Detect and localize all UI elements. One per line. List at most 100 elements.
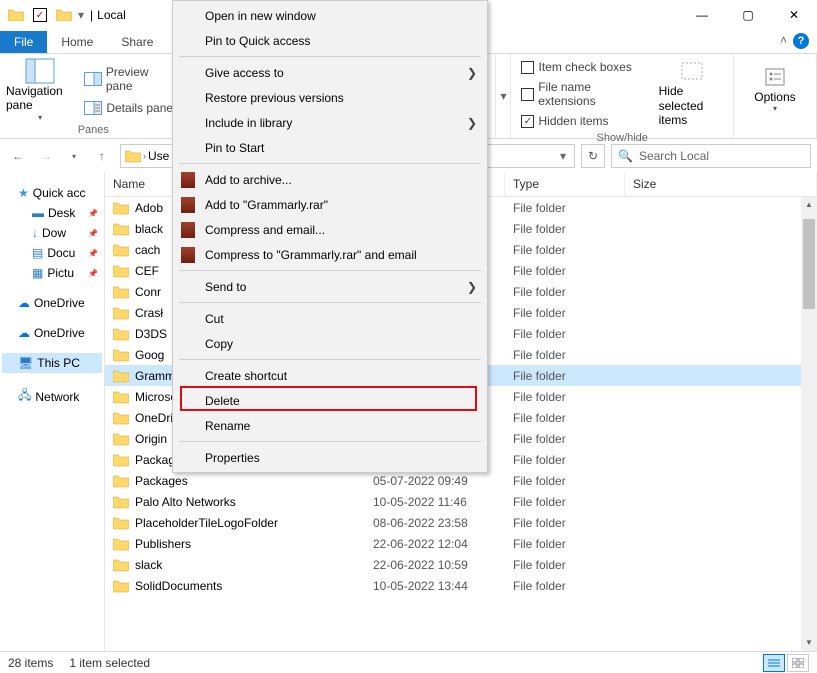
refresh-button[interactable]: ↻ bbox=[581, 144, 605, 168]
nav-quick-access[interactable]: ★Quick acc bbox=[2, 183, 102, 203]
scroll-up-icon[interactable]: ▲ bbox=[801, 197, 817, 213]
folder-icon bbox=[113, 243, 129, 257]
file-type: File folder bbox=[513, 432, 633, 446]
folder-icon bbox=[113, 306, 129, 320]
file-type: File folder bbox=[513, 558, 633, 572]
scroll-down-icon[interactable]: ▼ bbox=[801, 635, 817, 651]
file-type: File folder bbox=[513, 285, 633, 299]
nav-this-pc[interactable]: 🖥This PC bbox=[2, 353, 102, 373]
nav-pictures[interactable]: ▦Pictu📌 bbox=[2, 263, 102, 283]
folder-icon bbox=[113, 285, 129, 299]
layout-dropdown[interactable]: ▾ bbox=[496, 54, 511, 138]
file-name: SolidDocuments bbox=[135, 579, 222, 593]
help-icon[interactable]: ? bbox=[793, 33, 809, 49]
file-type: File folder bbox=[513, 306, 633, 320]
menu-label: Pin to Start bbox=[205, 141, 264, 155]
menu-label: Add to archive... bbox=[205, 173, 292, 187]
folder-icon bbox=[113, 390, 129, 404]
menu-label: Create shortcut bbox=[205, 369, 287, 383]
qat-drop-icon[interactable]: ▾ bbox=[78, 8, 84, 22]
nav-recent-dropdown[interactable]: ▾ bbox=[62, 144, 86, 168]
col-size[interactable]: Size bbox=[625, 173, 817, 196]
view-details-button[interactable] bbox=[763, 654, 785, 672]
file-row[interactable]: Publishers22-06-2022 12:04File folder bbox=[105, 533, 817, 554]
status-item-count: 28 items bbox=[8, 656, 53, 670]
view-thumbnails-button[interactable] bbox=[787, 654, 809, 672]
nav-downloads[interactable]: ↓Dow📌 bbox=[2, 223, 102, 243]
file-name: PlaceholderTileLogoFolder bbox=[135, 516, 278, 530]
nav-forward-button[interactable]: → bbox=[34, 144, 58, 168]
context-menu-item[interactable]: Pin to Quick access bbox=[173, 28, 487, 53]
nav-documents[interactable]: ▤Docu📌 bbox=[2, 243, 102, 263]
nav-onedrive-1[interactable]: ☁OneDrive bbox=[2, 293, 102, 313]
context-menu-item[interactable]: Include in library❯ bbox=[173, 110, 487, 135]
context-menu-item[interactable]: Properties bbox=[173, 445, 487, 470]
scrollbar[interactable]: ▲ ▼ bbox=[801, 197, 817, 651]
quick-access-toolbar: ✓ ▾ bbox=[6, 5, 84, 25]
context-menu-item[interactable]: Delete bbox=[173, 388, 487, 413]
minimize-button[interactable]: — bbox=[679, 0, 725, 30]
context-menu-item[interactable]: Cut bbox=[173, 306, 487, 331]
title-text: Local bbox=[97, 8, 126, 22]
tab-share[interactable]: Share bbox=[107, 31, 167, 53]
context-menu-item[interactable]: Create shortcut bbox=[173, 363, 487, 388]
preview-pane-button[interactable]: Preview pane bbox=[80, 63, 180, 95]
close-button[interactable]: ✕ bbox=[771, 0, 817, 30]
context-menu-item[interactable]: Send to❯ bbox=[173, 274, 487, 299]
hide-selected-button[interactable]: Hide selected items bbox=[659, 60, 727, 127]
file-row[interactable]: Palo Alto Networks10-05-2022 11:46File f… bbox=[105, 491, 817, 512]
properties-toggle-icon[interactable]: ✓ bbox=[30, 5, 50, 25]
hidden-items-toggle[interactable]: Hidden items bbox=[517, 112, 652, 130]
details-pane-button[interactable]: Details pane bbox=[80, 99, 180, 117]
context-menu-item[interactable]: Pin to Start bbox=[173, 135, 487, 160]
scroll-thumb[interactable] bbox=[803, 219, 815, 309]
tab-home[interactable]: Home bbox=[47, 31, 107, 53]
context-menu-item[interactable]: Restore previous versions bbox=[173, 85, 487, 110]
menu-separator bbox=[179, 302, 481, 303]
address-dropdown-icon[interactable]: ▾ bbox=[556, 149, 570, 163]
context-menu-item[interactable]: Rename bbox=[173, 413, 487, 438]
col-type[interactable]: Type bbox=[505, 173, 625, 196]
nav-network[interactable]: 🖧Network bbox=[2, 383, 102, 410]
context-menu-item[interactable]: Give access to❯ bbox=[173, 60, 487, 85]
item-checkboxes-toggle[interactable]: Item check boxes bbox=[517, 58, 652, 76]
search-input[interactable]: 🔍 Search Local bbox=[611, 144, 811, 168]
pin-icon: 📌 bbox=[88, 269, 100, 278]
nav-desktop[interactable]: ▬Desk📌 bbox=[2, 203, 102, 223]
ribbon-collapse-icon[interactable]: ˄ bbox=[780, 33, 787, 49]
group-label-showhide: Show/hide bbox=[517, 130, 727, 144]
context-menu-item[interactable]: Compress to "Grammarly.rar" and email bbox=[173, 242, 487, 267]
context-menu-item[interactable]: Copy bbox=[173, 331, 487, 356]
tab-file[interactable]: File bbox=[0, 31, 47, 53]
file-name: Origin bbox=[135, 432, 167, 446]
navigation-pane-button[interactable]: Navigation pane ▾ bbox=[6, 58, 74, 122]
context-menu-item[interactable]: Add to archive... bbox=[173, 167, 487, 192]
nav-back-button[interactable]: ← bbox=[6, 144, 30, 168]
nav-up-button[interactable]: ↑ bbox=[90, 144, 114, 168]
context-menu-item[interactable]: Open in new window bbox=[173, 3, 487, 28]
folder-icon bbox=[113, 516, 129, 530]
nav-onedrive-2[interactable]: ☁OneDrive bbox=[2, 323, 102, 343]
file-row[interactable]: PlaceholderTileLogoFolder08-06-2022 23:5… bbox=[105, 512, 817, 533]
options-button[interactable]: Options ▾ bbox=[740, 66, 810, 114]
file-row[interactable]: Packages05-07-2022 09:49File folder bbox=[105, 470, 817, 491]
context-menu-item[interactable]: Compress and email... bbox=[173, 217, 487, 242]
nav-pane-icon bbox=[25, 58, 55, 84]
menu-label: Copy bbox=[205, 337, 233, 351]
folder-icon bbox=[6, 5, 26, 25]
file-row[interactable]: SolidDocuments10-05-2022 13:44File folde… bbox=[105, 575, 817, 596]
file-name: Packages bbox=[135, 474, 188, 488]
file-type: File folder bbox=[513, 222, 633, 236]
pin-icon: 📌 bbox=[88, 249, 100, 258]
file-ext-toggle[interactable]: File name extensions bbox=[517, 78, 652, 110]
group-panes: Navigation pane ▾ Preview pane Details p… bbox=[0, 54, 188, 138]
file-date: 05-07-2022 09:49 bbox=[373, 474, 513, 488]
maximize-button[interactable]: ▢ bbox=[725, 0, 771, 30]
nav-tree: ★Quick acc ▬Desk📌 ↓Dow📌 ▤Docu📌 ▦Pictu📌 ☁… bbox=[0, 173, 105, 651]
file-type: File folder bbox=[513, 369, 633, 383]
context-menu-item[interactable]: Add to "Grammarly.rar" bbox=[173, 192, 487, 217]
chevron-down-icon: ▾ bbox=[38, 113, 42, 123]
file-row[interactable]: slack22-06-2022 10:59File folder bbox=[105, 554, 817, 575]
search-icon: 🔍 bbox=[618, 149, 633, 163]
file-type: File folder bbox=[513, 411, 633, 425]
